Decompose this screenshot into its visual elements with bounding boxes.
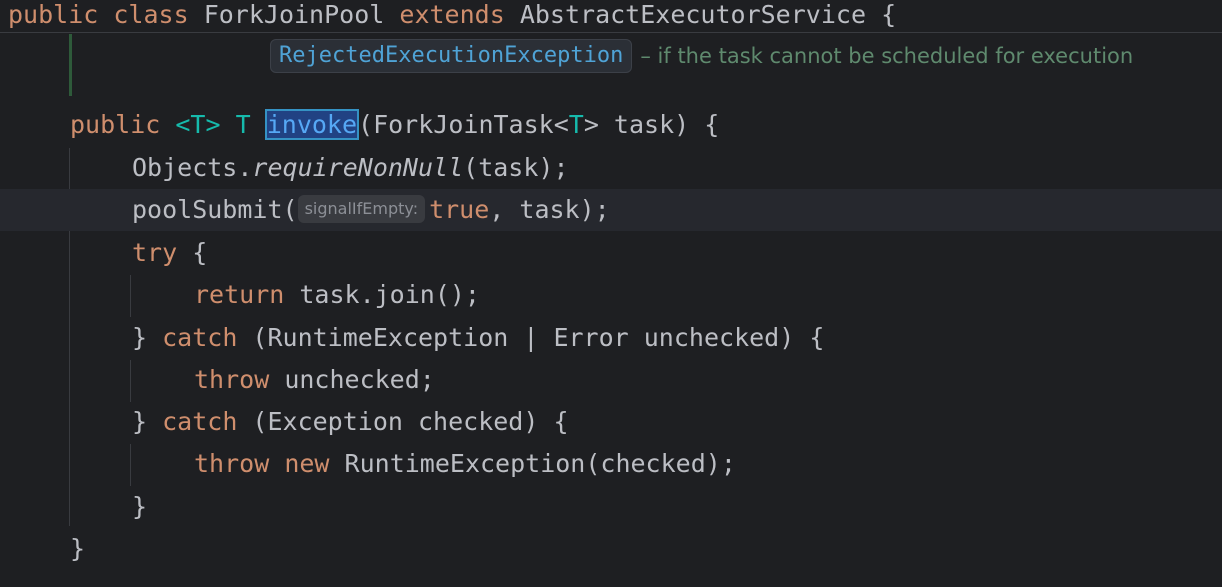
parameter-hint: signalIfEmpty: [297, 195, 426, 223]
code-line-require[interactable]: Objects.requireNonNull(task); [0, 147, 1222, 189]
code-token: RuntimeException(checked); [329, 449, 736, 478]
code-line-class-decl[interactable]: public class ForkJoinPool extends Abstra… [0, 0, 1222, 36]
type-parameter: T [568, 110, 584, 139]
code-line-close-try[interactable]: } [0, 486, 1222, 528]
keyword: true [429, 195, 490, 224]
method-name-highlighted[interactable]: invoke [264, 109, 360, 140]
static-call: requireNonNull [252, 153, 464, 182]
keyword: public [70, 110, 161, 139]
keyword: class [113, 0, 189, 29]
code-line-catch-runtime[interactable]: } catch (RuntimeException | Error unchec… [0, 317, 1222, 359]
code-token: { [177, 238, 208, 267]
code-token: unchecked; [269, 365, 435, 394]
keyword: catch [162, 407, 238, 436]
keyword: new [284, 449, 330, 478]
code-token: (Exception checked) { [237, 407, 569, 436]
brace: } [70, 534, 86, 563]
code-line-method-decl[interactable]: public <T> T invoke(ForkJoinTask<T> task… [0, 104, 1222, 146]
keyword: extends [399, 0, 505, 29]
type-parameter: <T> [175, 110, 221, 139]
keyword: throw [194, 449, 270, 478]
code-token: Objects. [132, 153, 253, 182]
sticky-class-header[interactable]: public class ForkJoinPool extends Abstra… [0, 0, 1222, 33]
code-token: task.join(); [284, 280, 480, 309]
params-post: > task) { [583, 110, 720, 139]
code-token: poolSubmit( [132, 195, 298, 224]
code-token: , task); [489, 195, 610, 224]
code-line-catch-exception[interactable]: } catch (Exception checked) { [0, 401, 1222, 443]
javadoc-throws-line: RejectedExecutionException – if the task … [270, 38, 1134, 73]
code-line-return[interactable]: return task.join(); [0, 274, 1222, 316]
code-token: } [132, 323, 163, 352]
class-name: ForkJoinPool [203, 0, 385, 29]
javadoc-code-ref[interactable]: RejectedExecutionException [270, 39, 633, 73]
code-editor[interactable]: public class ForkJoinPool extends Abstra… [0, 0, 1222, 587]
keyword: try [132, 238, 178, 267]
code-line-try[interactable]: try { [0, 232, 1222, 274]
code-line-pool-submit-current[interactable]: poolSubmit(signalIfEmpty: true, task); [0, 189, 1222, 231]
code-token: (task); [463, 153, 569, 182]
code-line-close-method[interactable]: } [0, 528, 1222, 570]
brace: } [132, 492, 148, 521]
code-token: } [132, 407, 163, 436]
brace: { [881, 0, 897, 29]
super-class-name: AbstractExecutorService [519, 0, 866, 29]
keyword: return [194, 280, 285, 309]
javadoc-gutter-bar [69, 34, 72, 96]
return-type: T [235, 110, 251, 139]
javadoc-text: – if the task cannot be scheduled for ex… [640, 44, 1134, 68]
keyword: throw [194, 365, 270, 394]
keyword: catch [162, 323, 238, 352]
keyword: public [8, 0, 99, 29]
code-line-throw-unchecked[interactable]: throw unchecked; [0, 359, 1222, 401]
params-pre: (ForkJoinTask< [358, 110, 569, 139]
code-token: (RuntimeException | Error unchecked) { [237, 323, 825, 352]
code-line-throw-new[interactable]: throw new RuntimeException(checked); [0, 443, 1222, 485]
